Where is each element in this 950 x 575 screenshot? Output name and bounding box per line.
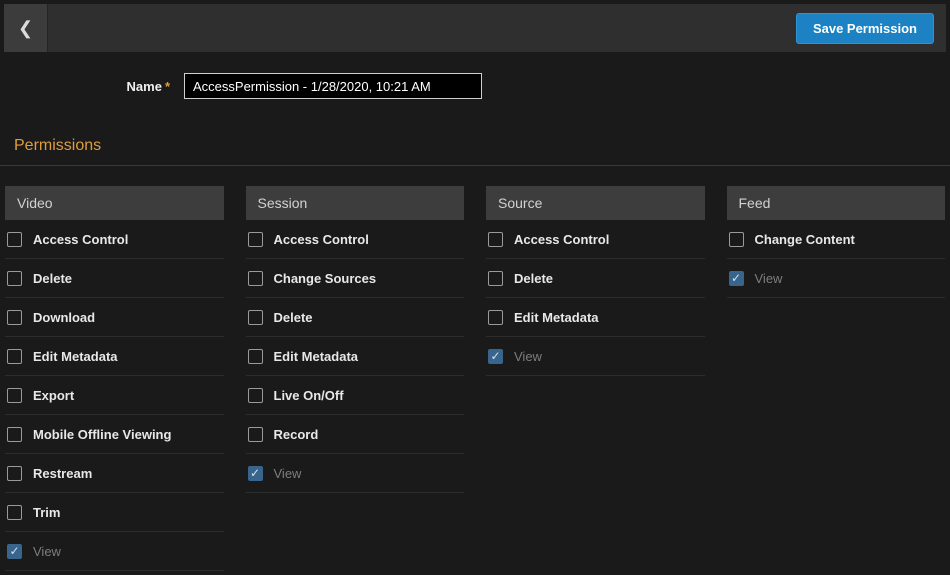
permission-label[interactable]: Trim	[33, 505, 60, 520]
permission-row[interactable]: Download	[5, 298, 224, 337]
permission-label[interactable]: Edit Metadata	[274, 349, 359, 364]
permission-label[interactable]: Edit Metadata	[514, 310, 599, 325]
permission-row[interactable]: Delete	[246, 298, 465, 337]
name-input[interactable]	[184, 73, 482, 99]
permission-row[interactable]: Live On/Off	[246, 376, 465, 415]
permission-label[interactable]: Download	[33, 310, 95, 325]
checkbox-unchecked-icon[interactable]	[7, 310, 22, 325]
checkbox-unchecked-icon[interactable]	[248, 310, 263, 325]
required-asterisk: *	[165, 79, 170, 94]
checkbox-unchecked-icon[interactable]	[7, 232, 22, 247]
permission-label[interactable]: Delete	[514, 271, 553, 286]
chevron-left-icon: ❮	[18, 18, 33, 39]
permission-label[interactable]: View	[274, 466, 302, 481]
checkbox-checked-icon[interactable]: ✓	[729, 271, 744, 286]
permission-label[interactable]: View	[33, 544, 61, 559]
permission-label[interactable]: Access Control	[33, 232, 128, 247]
permission-label[interactable]: Change Content	[755, 232, 855, 247]
checkbox-unchecked-icon[interactable]	[488, 232, 503, 247]
permission-row[interactable]: Export	[5, 376, 224, 415]
permission-group-session: Session Access Control Change Sources Delet…	[246, 186, 465, 571]
checkbox-checked-icon[interactable]: ✓	[248, 466, 263, 481]
permission-row[interactable]: Access Control	[486, 220, 705, 259]
group-header: Video	[5, 186, 224, 220]
permission-row[interactable]: Trim	[5, 493, 224, 532]
checkbox-unchecked-icon[interactable]	[729, 232, 744, 247]
checkbox-unchecked-icon[interactable]	[7, 271, 22, 286]
checkbox-unchecked-icon[interactable]	[248, 388, 263, 403]
checkbox-unchecked-icon[interactable]	[7, 505, 22, 520]
permission-group-source: Source Access Control Delete Edit Metadata ✓…	[486, 186, 705, 571]
permission-label[interactable]: View	[514, 349, 542, 364]
checkbox-unchecked-icon[interactable]	[248, 271, 263, 286]
permission-label[interactable]: Access Control	[274, 232, 369, 247]
permission-row[interactable]: ✓ View	[727, 259, 946, 298]
permission-group-feed: Feed Change Content ✓ View	[727, 186, 946, 571]
group-header: Session	[246, 186, 465, 220]
permission-row[interactable]: Change Sources	[246, 259, 465, 298]
name-field-label: Name*	[0, 79, 170, 94]
permission-label[interactable]: Access Control	[514, 232, 609, 247]
permission-row[interactable]: Mobile Offline Viewing	[5, 415, 224, 454]
permission-row[interactable]: ✓ View	[486, 337, 705, 376]
top-bar: ❮ Save Permission	[4, 4, 946, 52]
checkbox-unchecked-icon[interactable]	[7, 349, 22, 364]
permission-label[interactable]: Change Sources	[274, 271, 377, 286]
permission-row[interactable]: Record	[246, 415, 465, 454]
permission-label[interactable]: Record	[274, 427, 319, 442]
checkbox-unchecked-icon[interactable]	[248, 232, 263, 247]
checkbox-unchecked-icon[interactable]	[7, 388, 22, 403]
permission-row[interactable]: Edit Metadata	[246, 337, 465, 376]
permission-label[interactable]: Export	[33, 388, 74, 403]
permission-row[interactable]: Change Content	[727, 220, 946, 259]
permission-label[interactable]: Delete	[33, 271, 72, 286]
permission-row[interactable]: Access Control	[246, 220, 465, 259]
permission-label[interactable]: View	[755, 271, 783, 286]
save-permission-button[interactable]: Save Permission	[796, 13, 934, 44]
permission-row[interactable]: Delete	[5, 259, 224, 298]
permission-row[interactable]: Delete	[486, 259, 705, 298]
name-form-row: Name*	[0, 73, 950, 99]
permission-row[interactable]: Edit Metadata	[486, 298, 705, 337]
group-header: Feed	[727, 186, 946, 220]
permission-groups: Video Access Control Delete Download Edit Me…	[0, 166, 950, 571]
checkbox-checked-icon[interactable]: ✓	[7, 544, 22, 559]
checkbox-unchecked-icon[interactable]	[488, 271, 503, 286]
group-header: Source	[486, 186, 705, 220]
permission-row[interactable]: Edit Metadata	[5, 337, 224, 376]
back-button[interactable]: ❮	[4, 4, 48, 52]
checkbox-unchecked-icon[interactable]	[488, 310, 503, 325]
permission-label[interactable]: Live On/Off	[274, 388, 344, 403]
name-label-text: Name	[127, 79, 162, 94]
checkbox-unchecked-icon[interactable]	[7, 427, 22, 442]
checkbox-unchecked-icon[interactable]	[7, 466, 22, 481]
permission-row[interactable]: ✓ View	[5, 532, 224, 571]
permission-label[interactable]: Restream	[33, 466, 92, 481]
permission-row[interactable]: Access Control	[5, 220, 224, 259]
permission-row[interactable]: ✓ View	[246, 454, 465, 493]
permission-label[interactable]: Mobile Offline Viewing	[33, 427, 171, 442]
permissions-heading: Permissions	[14, 137, 950, 155]
checkbox-unchecked-icon[interactable]	[248, 349, 263, 364]
permission-row[interactable]: Restream	[5, 454, 224, 493]
permission-group-video: Video Access Control Delete Download Edit Me…	[5, 186, 224, 571]
checkbox-checked-icon[interactable]: ✓	[488, 349, 503, 364]
permission-label[interactable]: Delete	[274, 310, 313, 325]
permission-label[interactable]: Edit Metadata	[33, 349, 118, 364]
checkbox-unchecked-icon[interactable]	[248, 427, 263, 442]
